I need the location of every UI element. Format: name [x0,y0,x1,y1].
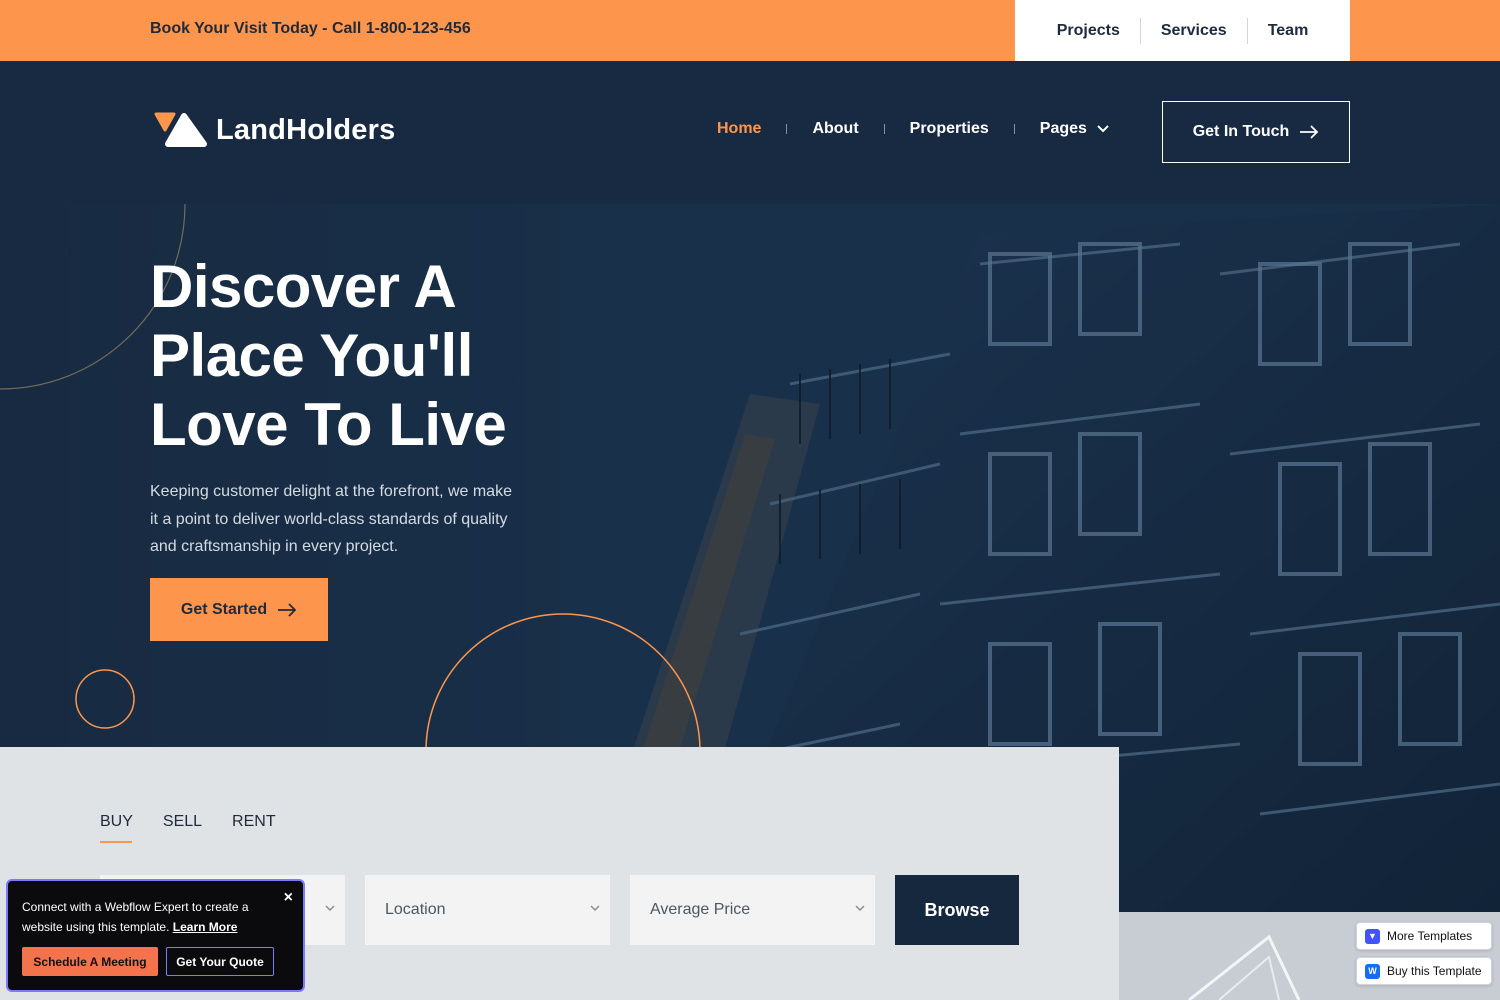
chevron-down-icon [590,905,600,911]
hero-title: Discover A Place You'll Love To Live [150,252,570,459]
average-price-select-value: Average Price [650,901,751,918]
close-icon[interactable]: × [284,889,293,907]
get-quote-button[interactable]: Get Your Quote [166,947,274,976]
main-nav: Home About Properties Pages [705,120,1121,138]
tab-buy[interactable]: BUY [100,813,133,843]
tab-sell[interactable]: SELL [163,813,202,843]
webflow-logo-icon: W [1365,963,1380,979]
webflow-expert-popup: Connect with a Webflow Expert to create … [6,879,305,992]
webflow-templates-icon: ▼ [1365,928,1380,944]
schedule-meeting-button[interactable]: Schedule A Meeting [22,947,158,976]
promo-text: Book Your Visit Today - Call 1-800-123-4… [150,20,471,37]
popup-message: Connect with a Webflow Expert to create … [22,897,282,937]
tab-rent[interactable]: RENT [232,813,276,843]
nav-about[interactable]: About [800,120,870,138]
divider [786,124,788,134]
learn-more-link[interactable]: Learn More [173,920,238,934]
hero-title-line: Discover A [150,253,457,320]
get-in-touch-label: Get In Touch [1192,123,1290,140]
more-templates-button[interactable]: ▼ More Templates [1356,922,1492,950]
location-select-value: Location [385,901,446,918]
nav-pages[interactable]: Pages [1028,120,1121,138]
hero-description: Keeping customer delight at the forefron… [150,483,512,555]
nav-properties[interactable]: Properties [898,120,1001,138]
more-templates-label: More Templates [1387,929,1473,943]
brand-name: LandHolders [216,113,396,146]
hero-title-line: Love To Live [150,391,507,458]
top-bar: Book Your Visit Today - Call 1-800-123-4… [0,0,1500,61]
chevron-down-icon [855,905,865,911]
get-started-label: Get Started [180,600,268,618]
get-in-touch-button[interactable]: Get In Touch [1162,101,1350,163]
browse-button[interactable]: Browse [895,875,1019,945]
top-link-projects[interactable]: Projects [1037,22,1140,40]
logo-mark-icon [154,110,210,150]
top-link-team[interactable]: Team [1248,22,1329,40]
get-started-button[interactable]: Get Started [150,578,328,641]
average-price-select[interactable]: Average Price [630,875,875,945]
chevron-down-icon [1097,125,1109,133]
top-links: Projects Services Team [1015,0,1350,61]
divider [1013,124,1015,134]
nav-pages-label: Pages [1039,120,1087,137]
nav-home[interactable]: Home [705,120,773,138]
location-select[interactable]: Location [365,875,610,945]
buy-template-label: Buy this Template [1387,964,1482,978]
divider [883,124,885,134]
buy-template-button[interactable]: W Buy this Template [1356,957,1492,985]
site-logo[interactable]: LandHolders [154,110,395,150]
arrow-right-icon [1300,125,1319,139]
hero-title-line: Place You'll [150,322,473,389]
top-link-services[interactable]: Services [1141,22,1247,40]
chevron-down-icon [325,905,335,911]
arrow-right-icon [278,602,297,617]
search-tabs: BUY SELL RENT [100,813,306,843]
